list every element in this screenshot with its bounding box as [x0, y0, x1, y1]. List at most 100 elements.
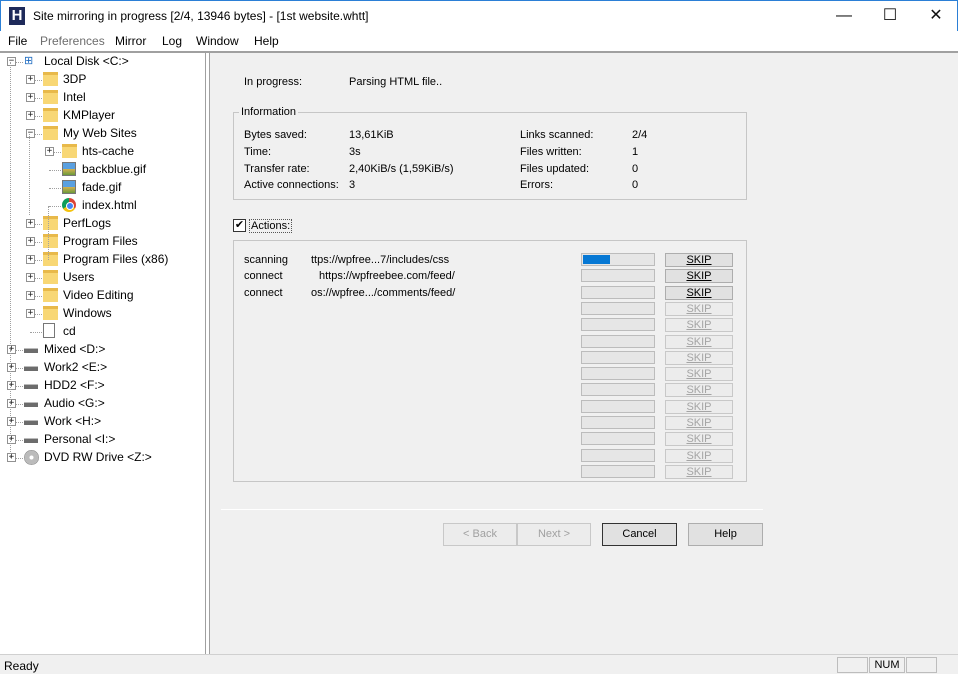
expand-icon[interactable]: + — [26, 93, 35, 102]
expand-icon[interactable]: + — [7, 399, 16, 408]
app-icon: H — [9, 7, 25, 25]
folder-icon — [43, 216, 58, 230]
action-progress-bar — [581, 465, 655, 478]
skip-button[interactable]: SKIP — [665, 367, 733, 381]
expand-icon[interactable]: + — [7, 417, 16, 426]
expand-icon[interactable]: + — [26, 255, 35, 264]
collapse-icon[interactable]: − — [26, 129, 35, 138]
errors-label: Errors: — [520, 179, 553, 191]
tree-item-label: index.html — [82, 198, 137, 212]
expand-icon[interactable]: + — [7, 453, 16, 462]
actions-checkbox[interactable]: ✔ — [233, 219, 246, 232]
tree-item[interactable]: + KMPlayer — [2, 107, 202, 125]
tree-item[interactable]: index.html — [2, 197, 202, 215]
tree-guide-line — [10, 62, 11, 350]
expand-icon[interactable]: + — [26, 75, 35, 84]
skip-button[interactable]: SKIP — [665, 416, 733, 430]
tree-item[interactable]: backblue.gif — [2, 161, 202, 179]
tree-item[interactable]: + DVD RW Drive <Z:> — [2, 449, 202, 467]
skip-button[interactable]: SKIP — [665, 302, 733, 316]
expand-icon[interactable]: + — [26, 111, 35, 120]
skip-button[interactable]: SKIP — [665, 449, 733, 463]
back-button[interactable]: < Back — [443, 523, 517, 546]
status-bar: Ready NUM — [0, 654, 958, 674]
menu-log[interactable]: Log — [162, 34, 182, 48]
tree-item-label: Program Files (x86) — [63, 252, 169, 266]
expand-icon[interactable]: + — [7, 435, 16, 444]
menu-help[interactable]: Help — [254, 34, 279, 48]
tree-item[interactable]: + Intel — [2, 89, 202, 107]
expand-icon[interactable]: + — [26, 237, 35, 246]
close-button[interactable]: ✕ — [913, 1, 958, 32]
blank-file-icon — [43, 323, 55, 338]
skip-button[interactable]: SKIP — [665, 432, 733, 446]
tree-item[interactable]: + Mixed <D:> — [2, 341, 202, 359]
menu-mirror[interactable]: Mirror — [115, 34, 146, 48]
folder-icon — [43, 72, 58, 86]
expand-icon[interactable]: + — [7, 381, 16, 390]
tree-item-label: Local Disk <C:> — [44, 54, 129, 68]
expand-icon[interactable]: + — [26, 291, 35, 300]
expand-icon[interactable]: + — [26, 219, 35, 228]
skip-button[interactable]: SKIP — [665, 286, 733, 300]
expand-icon[interactable]: + — [26, 273, 35, 282]
tree-item[interactable]: + Audio <G:> — [2, 395, 202, 413]
tree-item-label: 3DP — [63, 72, 87, 86]
menu-file[interactable]: File — [8, 34, 27, 48]
tree-item-label: Mixed <D:> — [44, 342, 106, 356]
tree-item[interactable]: + hts-cache — [2, 143, 202, 161]
tree-item[interactable]: + HDD2 <F:> — [2, 377, 202, 395]
folder-tree[interactable]: − ⊞ Local Disk <C:> +3DP + Intel + KMPlayer − My … — [2, 53, 206, 654]
tree-item[interactable]: + Windows — [2, 305, 202, 323]
menu-window[interactable]: Window — [196, 34, 239, 48]
tree-item[interactable]: + Work <H:> — [2, 413, 202, 431]
minimize-button[interactable]: — — [821, 1, 867, 32]
skip-button[interactable]: SKIP — [665, 318, 733, 332]
tree-item[interactable]: + Personal <I:> — [2, 431, 202, 449]
tree-item[interactable]: fade.gif — [2, 179, 202, 197]
action-progress-bar — [581, 432, 655, 445]
next-button[interactable]: Next > — [517, 523, 591, 546]
time-label: Time: — [244, 146, 272, 158]
tree-item[interactable]: + Video Editing — [2, 287, 202, 305]
skip-button[interactable]: SKIP — [665, 383, 733, 397]
folder-icon — [43, 288, 58, 302]
tree-item[interactable]: cd — [2, 323, 202, 341]
expand-icon[interactable]: + — [26, 309, 35, 318]
tree-item[interactable]: +3DP — [2, 71, 202, 89]
skip-button[interactable]: SKIP — [665, 400, 733, 414]
action-progress-bar — [581, 400, 655, 413]
expand-icon[interactable]: + — [7, 345, 16, 354]
tree-item[interactable]: + PerfLogs — [2, 215, 202, 233]
menu-preferences[interactable]: Preferences — [40, 34, 105, 48]
collapse-icon[interactable]: − — [7, 57, 16, 66]
maximize-button[interactable]: ☐ — [867, 1, 913, 32]
skip-button[interactable]: SKIP — [665, 351, 733, 365]
action-progress-bar — [581, 335, 655, 348]
drive-icon — [24, 420, 38, 425]
tree-item[interactable]: + Users — [2, 269, 202, 287]
chrome-file-icon — [62, 198, 76, 212]
cancel-button[interactable]: Cancel — [602, 523, 677, 546]
tree-item-label: Audio <G:> — [44, 396, 105, 410]
tree-connector — [49, 170, 61, 171]
tree-item[interactable]: − My Web Sites — [2, 125, 202, 143]
tree-item[interactable]: + Work2 <E:> — [2, 359, 202, 377]
drive-icon — [24, 384, 38, 389]
actions-label[interactable]: Actions: — [249, 219, 293, 233]
expand-icon[interactable]: + — [45, 147, 54, 156]
skip-button[interactable]: SKIP — [665, 465, 733, 479]
skip-button[interactable]: SKIP — [665, 253, 733, 267]
tree-guide-line — [29, 134, 30, 215]
tree-item-label: Intel — [63, 90, 86, 104]
mirror-progress-panel: In progress: Parsing HTML file.. Informa… — [209, 53, 958, 654]
folder-icon — [43, 126, 58, 140]
tree-item[interactable]: + Program Files (x86) — [2, 251, 202, 269]
tree-item-label: HDD2 <F:> — [44, 378, 105, 392]
tree-item[interactable]: − ⊞ Local Disk <C:> — [2, 53, 202, 71]
skip-button[interactable]: SKIP — [665, 335, 733, 349]
expand-icon[interactable]: + — [7, 363, 16, 372]
help-button[interactable]: Help — [688, 523, 763, 546]
tree-item[interactable]: + Program Files — [2, 233, 202, 251]
skip-button[interactable]: SKIP — [665, 269, 733, 283]
